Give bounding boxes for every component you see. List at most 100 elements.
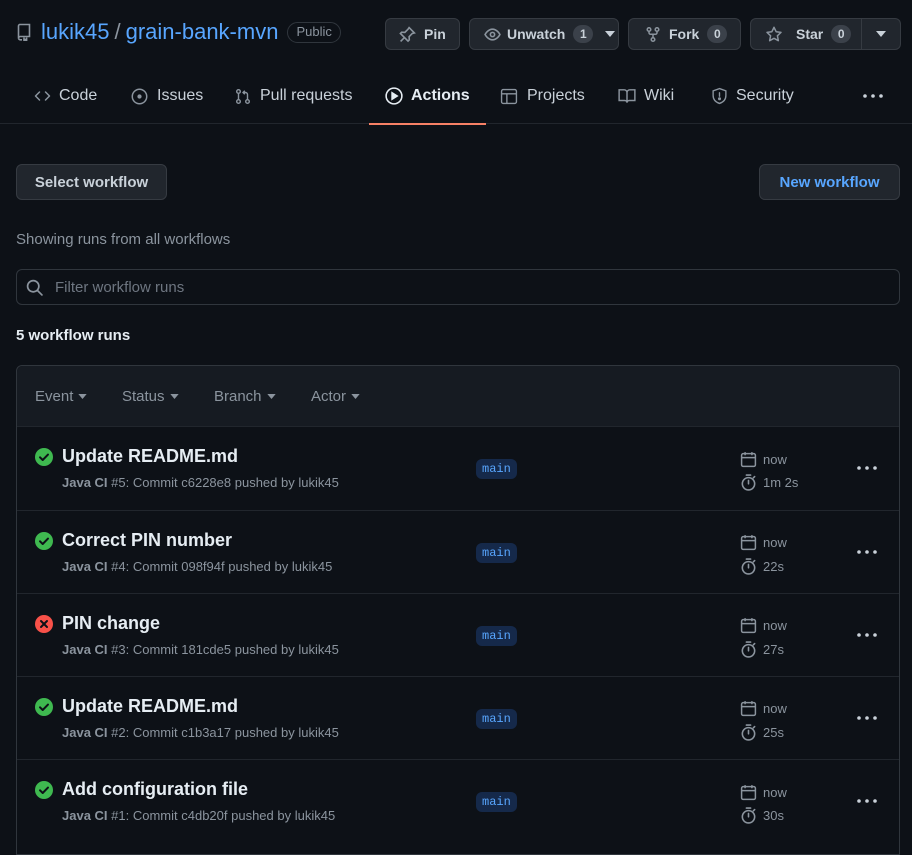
calendar-icon	[740, 534, 757, 551]
event-filter-label: Event	[35, 388, 74, 405]
play-icon	[385, 87, 403, 105]
table-icon	[500, 88, 518, 105]
run-menu-button[interactable]	[855, 542, 879, 562]
select-workflow-button[interactable]: Select workflow	[16, 164, 167, 200]
kebab-horizontal-icon	[857, 466, 877, 470]
tab-projects-label: Projects	[527, 87, 585, 104]
run-menu-button[interactable]	[855, 791, 879, 811]
repo-header: lukik45 / grain-bank-mvn Public Pin Unwa…	[0, 0, 912, 68]
run-menu-button[interactable]	[855, 708, 879, 728]
issue-icon	[131, 88, 148, 105]
check-circle-icon	[35, 781, 53, 799]
tab-code-label: Code	[59, 87, 98, 104]
run-date: now	[740, 617, 787, 634]
workflow-run-row[interactable]: Update README.md Java CI #2: Commit c1b3…	[17, 676, 899, 759]
x-circle-icon	[35, 615, 53, 633]
tab-issues[interactable]: Issues	[131, 68, 203, 124]
run-title-link[interactable]: PIN change	[62, 613, 160, 634]
run-duration-text: 1m 2s	[763, 475, 799, 490]
workflow-run-row[interactable]: Add configuration file Java CI #1: Commi…	[17, 759, 899, 843]
new-workflow-button[interactable]: New workflow	[759, 164, 900, 200]
repo-name-link[interactable]: grain-bank-mvn	[126, 19, 279, 45]
run-title-link[interactable]: Correct PIN number	[62, 530, 232, 551]
run-duration: 22s	[740, 558, 784, 575]
star-button[interactable]: Star 0	[750, 18, 862, 50]
star-list-dropdown[interactable]	[862, 18, 901, 50]
stopwatch-icon	[740, 724, 757, 741]
run-menu-button[interactable]	[855, 625, 879, 645]
run-workflow-name: Java CI	[62, 642, 108, 657]
event-filter-dropdown[interactable]: Event	[35, 388, 88, 405]
kebab-horizontal-icon	[857, 799, 877, 803]
unwatch-button[interactable]: Unwatch 1	[469, 18, 619, 50]
calendar-icon	[740, 617, 757, 634]
pin-label: Pin	[424, 26, 446, 42]
branch-label[interactable]: main	[476, 709, 517, 729]
run-date-text: now	[763, 452, 787, 467]
stopwatch-icon	[740, 474, 757, 491]
run-meta: Java CI #3: Commit 181cde5 pushed by luk…	[62, 642, 339, 657]
watch-counter: 1	[573, 25, 594, 43]
branch-label[interactable]: main	[476, 626, 517, 646]
run-title-link[interactable]: Update README.md	[62, 446, 238, 467]
search-icon	[26, 279, 43, 296]
tab-actions-label: Actions	[411, 87, 470, 104]
tab-pull-requests-label: Pull requests	[260, 87, 353, 104]
run-meta: Java CI #4: Commit 098f94f pushed by luk…	[62, 559, 332, 574]
pull-request-icon	[235, 88, 251, 105]
kebab-horizontal-icon	[857, 716, 877, 720]
tab-wiki[interactable]: Wiki	[618, 68, 674, 124]
caret-down-icon	[266, 394, 276, 399]
workflow-runs-list: Event Status Branch Actor Update README.…	[16, 365, 900, 855]
workflow-run-row[interactable]: Correct PIN number Java CI #4: Commit 09…	[17, 510, 899, 593]
run-duration: 27s	[740, 641, 784, 658]
repo-tabs: Code Issues Pull requests Actions Projec…	[0, 68, 912, 125]
branch-label[interactable]: main	[476, 543, 517, 563]
run-title-link[interactable]: Update README.md	[62, 696, 238, 717]
tab-pull-requests[interactable]: Pull requests	[235, 68, 353, 124]
tab-actions[interactable]: Actions	[369, 68, 486, 125]
run-date: now	[740, 784, 787, 801]
repo-owner-link[interactable]: lukik45	[41, 19, 109, 45]
run-meta-text: #4: Commit 098f94f pushed by lukik45	[111, 559, 333, 574]
status-filter-dropdown[interactable]: Status	[122, 388, 179, 405]
showing-runs-label: Showing runs from all workflows	[16, 231, 231, 248]
run-title-link[interactable]: Add configuration file	[62, 779, 248, 800]
repo-title: lukik45 / grain-bank-mvn Public	[16, 19, 341, 45]
workflow-run-row[interactable]: Update README.md Java CI #5: Commit c622…	[17, 426, 899, 510]
run-duration-text: 25s	[763, 725, 784, 740]
check-circle-icon	[35, 698, 53, 716]
actor-filter-dropdown[interactable]: Actor	[311, 388, 360, 405]
run-meta-text: #5: Commit c6228e8 pushed by lukik45	[111, 475, 339, 490]
tab-code[interactable]: Code	[34, 68, 97, 124]
run-meta: Java CI #1: Commit c4db20f pushed by luk…	[62, 808, 335, 823]
runs-filter-bar: Event Status Branch Actor	[17, 366, 899, 427]
branch-label[interactable]: main	[476, 459, 517, 479]
run-duration: 30s	[740, 807, 784, 824]
fork-button[interactable]: Fork 0	[628, 18, 741, 50]
filter-workflow-runs	[16, 269, 900, 305]
workflow-run-row[interactable]: PIN change Java CI #3: Commit 181cde5 pu…	[17, 593, 899, 676]
star-group: Star 0	[750, 18, 901, 50]
branch-filter-dropdown[interactable]: Branch	[214, 388, 276, 405]
star-icon	[765, 26, 783, 43]
run-meta: Java CI #5: Commit c6228e8 pushed by luk…	[62, 475, 339, 490]
run-menu-button[interactable]	[855, 458, 879, 478]
run-workflow-name: Java CI	[62, 475, 108, 490]
filter-workflow-runs-input[interactable]	[55, 278, 855, 296]
branch-label[interactable]: main	[476, 792, 517, 812]
run-duration-text: 30s	[763, 808, 784, 823]
check-circle-icon	[35, 532, 53, 550]
run-duration-text: 27s	[763, 642, 784, 657]
tab-security[interactable]: Security	[711, 68, 794, 124]
stopwatch-icon	[740, 558, 757, 575]
status-filter-label: Status	[122, 388, 165, 405]
run-meta-text: #1: Commit c4db20f pushed by lukik45	[111, 808, 336, 823]
tab-projects[interactable]: Projects	[500, 68, 585, 124]
pin-button[interactable]: Pin	[385, 18, 460, 50]
tab-wiki-label: Wiki	[644, 87, 675, 104]
run-date: now	[740, 700, 787, 717]
more-tabs-button[interactable]	[862, 87, 884, 105]
kebab-horizontal-icon	[857, 550, 877, 554]
run-meta-text: #2: Commit c1b3a17 pushed by lukik45	[111, 725, 339, 740]
